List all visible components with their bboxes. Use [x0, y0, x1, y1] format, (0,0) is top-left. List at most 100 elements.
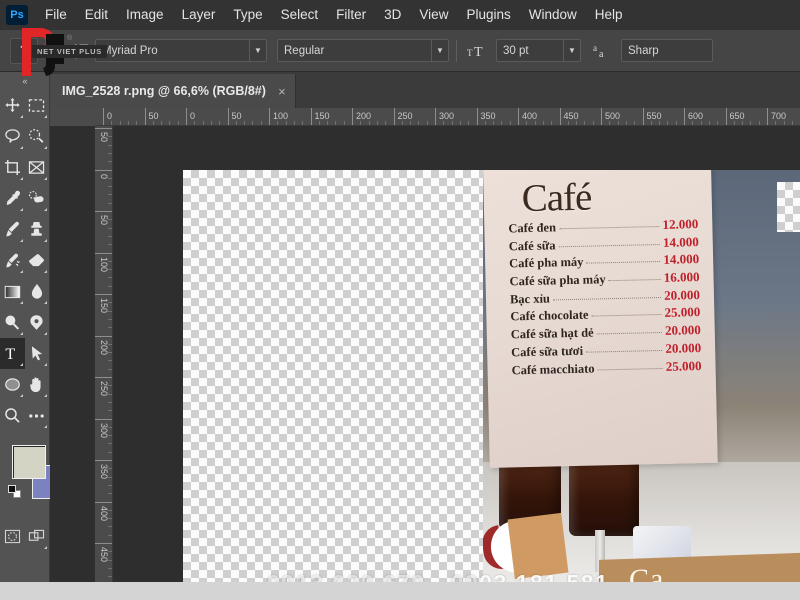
path-selection-tool[interactable] [25, 338, 50, 369]
vertical-ruler[interactable]: 50 0 50 100 150 200 250 300 350 400 450 [95, 126, 113, 582]
edit-toolbar-tool[interactable] [25, 400, 50, 431]
menu-item-filter[interactable]: Filter [327, 4, 375, 26]
default-colors-icon[interactable] [8, 485, 22, 499]
horizontal-type-tool[interactable]: T [0, 338, 25, 369]
menu-item-layer[interactable]: Layer [173, 4, 225, 26]
ruler-minor-tick-v [108, 476, 112, 478]
close-icon[interactable]: × [275, 84, 289, 99]
menu-item-leader-dots [558, 243, 661, 247]
ruler-minor-tick-h [750, 121, 752, 125]
menu-item-file[interactable]: File [36, 4, 76, 26]
ruler-minor-tick-h [260, 121, 262, 125]
crop-tool[interactable] [0, 152, 25, 183]
menu-bar: Ps File Edit Image Layer Type Select Fil… [0, 0, 800, 30]
font-style-chevron-down-icon[interactable]: ▼ [431, 40, 448, 61]
font-family-chevron-down-icon[interactable]: ▼ [249, 40, 266, 61]
pen-tool[interactable] [25, 307, 50, 338]
ruler-minor-tick-v [108, 526, 112, 528]
menu-item-edit[interactable]: Edit [76, 4, 117, 26]
ruler-minor-tick-h [468, 121, 470, 125]
ruler-minor-tick-v [108, 219, 112, 221]
dodge-tool[interactable] [0, 307, 25, 338]
object-selection-tool[interactable] [25, 121, 50, 152]
font-size-select[interactable]: 30 pt ▼ [496, 39, 581, 62]
ruler-tick-h: 650 [725, 108, 745, 125]
ruler-minor-tick-h [376, 121, 378, 125]
ruler-tick-h: 350 [476, 108, 496, 125]
ruler-minor-tick-v [108, 327, 112, 329]
ruler-minor-tick-v [108, 451, 112, 453]
ellipse-tool[interactable] [0, 369, 25, 400]
svg-text:T: T [6, 346, 16, 362]
ruler-tick-v: 100 [95, 252, 112, 272]
eraser-tool[interactable] [25, 245, 50, 276]
ruler-minor-tick-h [327, 121, 329, 125]
menu-item-row: Café macchiato 25.000 [511, 358, 701, 377]
menu-item-name: Café sữa tươi [511, 343, 584, 360]
horizontal-ruler[interactable]: 0 50 0 50 100 150 200 250 300 350 400 450 500 550 600 6… [95, 108, 800, 126]
antialias-select[interactable]: Sharp [621, 39, 713, 62]
ruler-minor-tick-v [108, 227, 112, 229]
ruler-minor-tick-h [551, 121, 553, 125]
eyedropper-tool[interactable] [0, 183, 25, 214]
collapse-panel-button[interactable]: « [0, 72, 49, 90]
ruler-tick-label: 650 [729, 111, 745, 121]
menu-item-price: 14.000 [663, 251, 700, 268]
quick-mask-tool[interactable] [0, 521, 25, 552]
screen-mode-tool[interactable] [25, 521, 50, 552]
transparent-cutout-region [777, 182, 800, 232]
rectangular-marquee-tool[interactable] [25, 90, 50, 121]
gradient-tool[interactable] [0, 276, 25, 307]
logo-label: NET VIET PLUS [32, 45, 107, 58]
menu-item-3d[interactable]: 3D [375, 4, 410, 26]
document-tab[interactable]: IMG_2528 r.png @ 66,6% (RGB/8#) × [50, 74, 296, 108]
ruler-minor-tick-h [219, 121, 221, 125]
ruler-minor-tick-v [108, 285, 112, 287]
lasso-tool[interactable] [0, 121, 25, 152]
spot-healing-brush-tool[interactable] [25, 183, 50, 214]
font-size-chevron-down-icon[interactable]: ▼ [563, 40, 580, 61]
font-style-select[interactable]: Regular ▼ [277, 39, 449, 62]
ruler-minor-tick-h [194, 121, 196, 125]
canvas-viewport[interactable]: Ca Café Café đen 12.000 Café sữa 14.000 Café… [113, 126, 800, 582]
menu-item-select[interactable]: Select [272, 4, 328, 26]
menu-item-help[interactable]: Help [586, 4, 632, 26]
frame-tool[interactable] [25, 152, 50, 183]
brush-tool[interactable] [0, 214, 25, 245]
ruler-minor-tick-v [108, 277, 112, 279]
ruler-minor-tick-h [368, 121, 370, 125]
menu-item-name: Café chocolate [510, 308, 589, 324]
menu-item-image[interactable]: Image [117, 4, 173, 26]
ruler-minor-tick-v [108, 368, 112, 370]
menu-item-window[interactable]: Window [520, 4, 586, 26]
history-brush-tool[interactable] [0, 245, 25, 276]
zoom-tool[interactable] [0, 400, 25, 431]
ruler-minor-tick-h [410, 121, 412, 125]
menu-item-leader-dots [596, 332, 663, 335]
move-tool[interactable] [0, 90, 25, 121]
font-style-value: Regular [284, 44, 325, 57]
ruler-minor-tick-h [385, 121, 387, 125]
ruler-tick-h: 50 [144, 108, 159, 125]
menu-item-plugins[interactable]: Plugins [457, 4, 519, 26]
ruler-minor-tick-h [443, 121, 445, 125]
hand-tool[interactable] [25, 369, 50, 400]
ruler-minor-tick-h [119, 121, 121, 125]
ruler-minor-tick-h [152, 121, 154, 125]
blur-tool[interactable] [25, 276, 50, 307]
clone-stamp-tool[interactable] [25, 214, 50, 245]
ruler-tick-label: 500 [605, 111, 621, 121]
menu-item-type[interactable]: Type [224, 4, 271, 26]
ruler-minor-tick-h [733, 121, 735, 125]
artboard-transparency[interactable]: Ca Café Café đen 12.000 Café sữa 14.000 Café… [183, 170, 800, 582]
ruler-minor-tick-v [108, 352, 112, 354]
foreground-color-swatch[interactable] [12, 445, 46, 479]
menu-item-view[interactable]: View [410, 4, 457, 26]
ruler-tick-v: 0 [95, 169, 112, 179]
font-family-select[interactable]: Myriad Pro ▼ [95, 39, 267, 62]
ruler-minor-tick-v [108, 551, 112, 553]
ruler-tick-v: 50 [95, 211, 112, 225]
ruler-tick-v: 350 [95, 460, 112, 479]
tool-corner-indicator [19, 270, 23, 273]
ruler-minor-tick-h [567, 121, 569, 125]
